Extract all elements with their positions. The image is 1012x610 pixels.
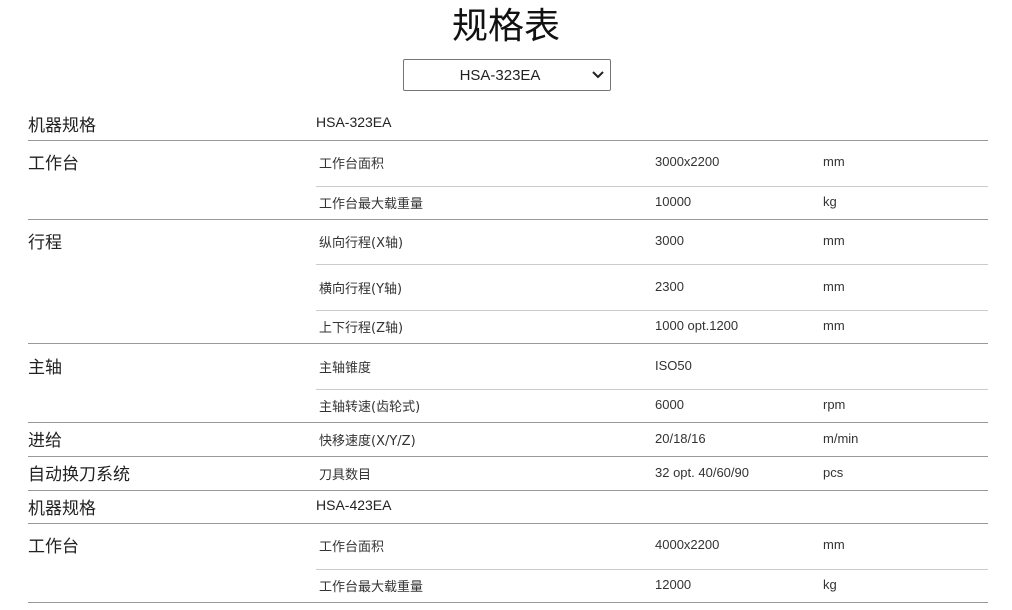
chevron-down-icon <box>586 71 610 79</box>
spec-value: 3000x2200 <box>655 154 720 169</box>
spec-unit: pcs <box>823 465 844 480</box>
spec-unit: mm <box>823 537 845 552</box>
model-name: HSA-423EA <box>316 497 392 513</box>
row-divider <box>28 422 988 423</box>
row-divider <box>28 219 988 220</box>
group-label: 工作台 <box>28 537 79 557</box>
row-divider <box>28 140 988 141</box>
spec-item: 主轴锥度 <box>319 361 372 376</box>
spec-value: 2300 <box>655 279 684 294</box>
spec-unit: kg <box>823 194 837 209</box>
row-divider <box>316 569 988 570</box>
spec-unit: m/min <box>823 431 859 446</box>
spec-item: 横向行程(Y轴) <box>319 282 403 297</box>
spec-unit: kg <box>823 577 837 592</box>
row-divider <box>316 186 988 187</box>
spec-value: 32 opt. 40/60/90 <box>655 465 749 480</box>
row-divider <box>28 343 988 344</box>
spec-item: 工作台最大载重量 <box>319 197 424 212</box>
row-divider <box>316 310 988 311</box>
model-select-value: HSA-323EA <box>459 66 541 84</box>
page-title: 规格表 <box>451 6 560 47</box>
spec-item: 工作台面积 <box>319 157 385 172</box>
row-divider <box>28 523 988 524</box>
spec-unit: mm <box>823 318 845 333</box>
spec-value: 12000 <box>655 577 692 592</box>
row-divider <box>28 490 988 491</box>
spec-value: 10000 <box>655 194 692 209</box>
group-label: 行程 <box>28 233 62 253</box>
group-label: 工作台 <box>28 154 79 174</box>
spec-unit: mm <box>823 279 845 294</box>
spec-value: ISO50 <box>655 358 692 373</box>
row-divider <box>28 456 988 457</box>
row-divider <box>316 389 988 390</box>
group-label: 自动换刀系统 <box>28 465 130 485</box>
spec-item: 快移速度(X/Y/Z) <box>319 434 416 449</box>
group-label: 进给 <box>28 431 62 451</box>
model-select[interactable]: HSA-323EA <box>403 59 611 91</box>
spec-item: 主轴转速(齿轮式) <box>319 400 421 415</box>
spec-value: 20/18/16 <box>655 431 706 446</box>
spec-item: 工作台最大载重量 <box>319 580 424 595</box>
spec-item: 上下行程(Z轴) <box>319 321 404 336</box>
spec-value: 4000x2200 <box>655 537 720 552</box>
row-divider <box>28 602 988 603</box>
group-label: 主轴 <box>28 358 62 378</box>
spec-item: 纵向行程(X轴) <box>319 236 404 251</box>
spec-item: 刀具数目 <box>319 468 372 483</box>
spec-unit: mm <box>823 233 845 248</box>
spec-unit: mm <box>823 154 845 169</box>
model-label: 机器规格 <box>28 499 96 519</box>
spec-value: 6000 <box>655 397 684 412</box>
spec-value: 3000 <box>655 233 684 248</box>
row-divider <box>316 264 988 265</box>
spec-unit: rpm <box>823 397 846 412</box>
spec-value: 1000 opt.1200 <box>655 318 739 333</box>
spec-item: 工作台面积 <box>319 540 385 555</box>
model-label: 机器规格 <box>28 116 96 136</box>
model-name: HSA-323EA <box>316 114 392 130</box>
